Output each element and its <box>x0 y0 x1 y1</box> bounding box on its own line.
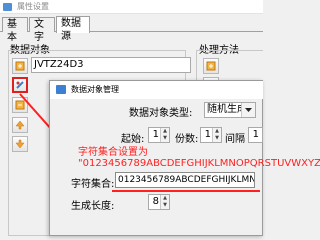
digits-value: 1 <box>204 129 211 140</box>
type-label: 数据对象类型: <box>129 108 193 119</box>
tab-bar: 基本 文字 数据源 <box>0 16 263 43</box>
add-button[interactable] <box>12 58 28 74</box>
digits-spinner[interactable]: 1 ▲ ▼ <box>200 127 222 143</box>
type-select[interactable]: 随机生成 <box>204 102 256 118</box>
start-spinner[interactable]: 1 ▲ ▼ <box>148 127 170 143</box>
charset-label: 字符集合: <box>71 179 115 190</box>
red-underline <box>112 190 260 192</box>
window-titlebar: 属性设置 <box>0 0 263 14</box>
dialog-title: 数据对象管理 <box>71 85 119 94</box>
data-object-list-item[interactable]: JVTZ24D3 <box>31 57 191 73</box>
length-value: 8 <box>152 196 159 207</box>
tab-basic[interactable]: 基本 <box>2 17 28 43</box>
data-object-dialog: 数据对象管理 数据对象类型: 随机生成 起始: 1 ▲ ▼ 份数: 1 ▲ ▼ 间隔… <box>49 80 320 236</box>
dialog-app-icon <box>56 85 66 94</box>
digits-label: 份数: <box>175 134 199 145</box>
add-method-button[interactable] <box>203 58 219 74</box>
start-value: 1 <box>152 129 159 140</box>
charset-input[interactable]: 0123456789ABCDEFGHIJKLMNOPQ <box>115 172 255 188</box>
window-title: 属性设置 <box>17 2 49 11</box>
add-icon <box>15 61 25 71</box>
edit-icon <box>16 81 24 89</box>
interval-value: 1 <box>252 129 259 140</box>
red-annotation-text: 字符集合设置为 "0123456789ABCDEFGHIJKLMNOPQRSTU… <box>78 147 320 169</box>
edit-button[interactable] <box>12 77 28 93</box>
length-label: 生成长度: <box>71 201 115 212</box>
tab-text[interactable]: 文字 <box>29 17 55 43</box>
interval-spinner[interactable]: 1 <box>248 127 263 143</box>
interval-label: 间隔 <box>225 134 245 145</box>
dialog-titlebar: 数据对象管理 <box>50 81 263 99</box>
chevron-down-icon[interactable] <box>241 103 255 117</box>
tab-datasource[interactable]: 数据源 <box>56 16 90 42</box>
spinner-arrows-icon[interactable]: ▲ ▼ <box>212 128 221 142</box>
length-spinner[interactable]: 8 ▲ ▼ <box>148 194 170 210</box>
add-icon <box>206 61 216 71</box>
spinner-arrows-icon[interactable]: ▲ ▼ <box>160 195 169 209</box>
start-label: 起始: <box>121 134 145 145</box>
app-icon <box>3 3 12 11</box>
spinner-arrows-icon[interactable]: ▲ ▼ <box>160 128 169 142</box>
